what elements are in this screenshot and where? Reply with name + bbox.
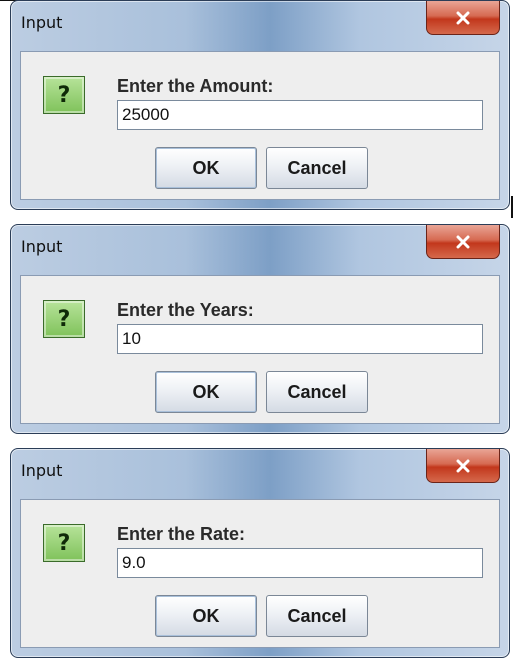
question-icon: ? (43, 76, 85, 114)
close-button[interactable] (426, 449, 500, 483)
close-button[interactable] (426, 225, 500, 259)
cancel-button[interactable]: Cancel (266, 595, 368, 637)
ok-button[interactable]: OK (155, 371, 257, 413)
question-icon: ? (43, 300, 85, 338)
close-button[interactable] (426, 1, 500, 35)
dialog-content: ? Enter the Amount: OK Cancel (20, 51, 500, 200)
prompt-label: Enter the Years: (117, 300, 254, 320)
question-icon: ? (43, 524, 85, 562)
cancel-button[interactable]: Cancel (266, 147, 368, 189)
ok-button[interactable]: OK (155, 147, 257, 189)
title-bar[interactable]: Input (11, 449, 509, 489)
close-icon (456, 11, 470, 24)
years-input[interactable] (117, 324, 483, 354)
input-dialog-amount: Input ? Enter the Amount: OK Cancel (10, 0, 510, 210)
dialog-title: Input (21, 237, 63, 256)
dialog-content: ? Enter the Years: OK Cancel (20, 275, 500, 424)
cancel-button[interactable]: Cancel (266, 371, 368, 413)
dialog-title: Input (21, 13, 63, 32)
dialog-content: ? Enter the Rate: OK Cancel (20, 499, 500, 648)
prompt-label: Enter the Rate: (117, 524, 246, 544)
dialog-title: Input (21, 461, 63, 480)
rate-input[interactable] (117, 548, 483, 578)
close-icon (456, 235, 470, 248)
prompt-label: Enter the Amount: (117, 76, 274, 96)
edge-mark (511, 196, 513, 218)
title-bar[interactable]: Input (11, 225, 509, 265)
amount-input[interactable] (117, 100, 483, 130)
close-icon (456, 459, 470, 472)
ok-button[interactable]: OK (155, 595, 257, 637)
title-bar[interactable]: Input (11, 1, 509, 41)
input-dialog-years: Input ? Enter the Years: OK Cancel (10, 224, 510, 434)
input-dialog-rate: Input ? Enter the Rate: OK Cancel (10, 448, 510, 658)
